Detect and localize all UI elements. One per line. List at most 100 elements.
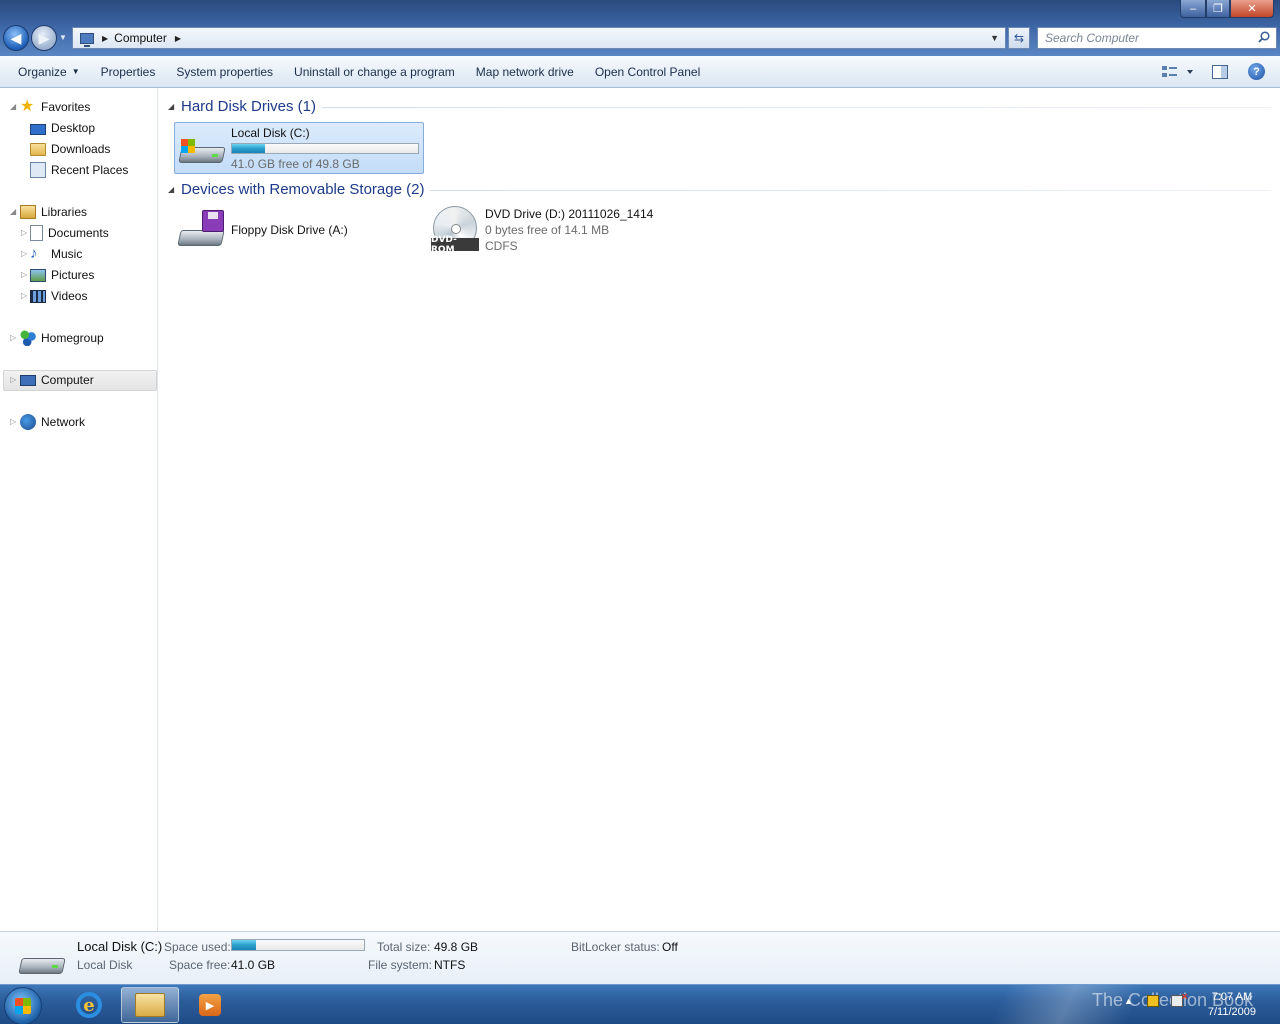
group-hard-disk-drives[interactable]: ◢ Hard Disk Drives (1): [168, 96, 1271, 116]
chevron-down-icon: ▼: [59, 33, 67, 42]
nav-item-computer[interactable]: Computer: [20, 370, 94, 390]
navigation-pane: ◢ ★ Favorites Desktop Downloads Recent P…: [0, 88, 158, 931]
taskbar-internet-explorer[interactable]: e: [60, 987, 118, 1023]
system-properties-button[interactable]: System properties: [167, 60, 282, 84]
map-network-drive-button[interactable]: Map network drive: [467, 60, 583, 84]
nav-item-music[interactable]: ♪ Music: [30, 244, 82, 264]
group-removable-storage[interactable]: ◢ Devices with Removable Storage (2): [168, 179, 1271, 199]
pictures-icon: [30, 268, 46, 282]
expand-homegroup-icon[interactable]: ▷: [10, 333, 16, 342]
expand-music-icon[interactable]: ▷: [21, 249, 27, 258]
expand-documents-icon[interactable]: ▷: [21, 228, 27, 237]
nav-item-homegroup[interactable]: Homegroup: [20, 328, 104, 348]
file-system-value: NTFS: [434, 958, 466, 972]
drive-tile-d[interactable]: DVD-ROM DVD Drive (D:) 20111026_1414 0 b…: [430, 206, 680, 258]
nav-label: Recent Places: [51, 163, 129, 177]
volume-muted-icon[interactable]: [1170, 991, 1188, 1007]
expand-videos-icon[interactable]: ▷: [21, 291, 27, 300]
nav-label: Pictures: [51, 268, 95, 282]
total-size-label: Total size:: [377, 940, 431, 954]
nav-item-videos[interactable]: Videos: [30, 286, 87, 306]
collapse-group-icon[interactable]: ◢: [168, 102, 181, 111]
nav-item-recent-places[interactable]: Recent Places: [30, 160, 128, 180]
help-icon[interactable]: ?: [1248, 63, 1265, 80]
address-history-dropdown[interactable]: ▼: [990, 33, 999, 43]
homegroup-icon: [20, 330, 36, 346]
recent-pages-dropdown[interactable]: ▼: [59, 33, 67, 42]
drive-name: Local Disk (C:): [231, 126, 310, 140]
action-center-flag-icon[interactable]: [1146, 995, 1159, 1007]
nav-item-downloads[interactable]: Downloads: [30, 139, 110, 159]
bitlocker-label: BitLocker status:: [571, 940, 660, 954]
change-view-button[interactable]: [1158, 60, 1198, 84]
collapse-group-icon[interactable]: ◢: [168, 185, 181, 194]
expand-pictures-icon[interactable]: ▷: [21, 270, 27, 279]
taskbar: e ▶ The Collection Book ▲ 7:07 AM 7/11/2…: [0, 984, 1280, 1024]
organize-menu[interactable]: Organize ▼: [9, 60, 89, 84]
title-bar: ‒ ❐ ✕ ◀ ▶ ▼ ▶ Computer ▶ ▼ ⇆: [0, 0, 1280, 56]
start-button[interactable]: [4, 987, 42, 1024]
back-button[interactable]: ◀: [3, 25, 29, 51]
properties-button[interactable]: Properties: [92, 60, 165, 84]
nav-label: Libraries: [41, 205, 88, 219]
explorer-folder-icon: [135, 993, 165, 1017]
file-system-label: File system:: [368, 958, 433, 972]
taskbar-windows-explorer[interactable]: [121, 987, 179, 1023]
total-size-value: 49.8 GB: [434, 940, 479, 954]
arrow-right-icon: ▶: [38, 29, 50, 46]
uninstall-program-button[interactable]: Uninstall or change a program: [285, 60, 464, 84]
computer-icon: [80, 32, 94, 47]
arrow-left-icon: ◀: [10, 29, 22, 46]
nav-item-pictures[interactable]: Pictures: [30, 265, 94, 285]
floppy-drive-icon: [177, 210, 225, 252]
expand-computer-icon[interactable]: ▷: [10, 375, 16, 384]
nav-label: Documents: [48, 226, 109, 240]
star-icon: ★: [20, 98, 35, 115]
forward-button[interactable]: ▶: [31, 25, 57, 51]
nav-item-desktop[interactable]: Desktop: [30, 118, 95, 138]
desktop-icon: [30, 123, 46, 135]
minimize-button[interactable]: ‒: [1180, 0, 1206, 18]
drive-free-space: 0 bytes free of 14.1 MB: [485, 223, 610, 237]
breadcrumb-computer[interactable]: Computer: [114, 31, 167, 45]
group-title: Hard Disk Drives (1): [181, 97, 317, 115]
group-divider: [430, 189, 1271, 191]
show-hidden-icons-button[interactable]: ▲: [1124, 996, 1133, 1006]
drive-tile-a[interactable]: Floppy Disk Drive (A:): [174, 206, 424, 258]
search-box[interactable]: [1037, 27, 1277, 49]
content-pane: ◢ Hard Disk Drives (1) Local Disk (C:) 4…: [159, 88, 1280, 931]
taskbar-media-player[interactable]: ▶: [181, 987, 239, 1023]
search-input[interactable]: [1045, 28, 1257, 48]
system-clock[interactable]: 7:07 AM 7/11/2009: [1208, 990, 1256, 1020]
preview-pane-icon[interactable]: [1212, 65, 1228, 79]
refresh-icon: ⇆: [1013, 31, 1025, 45]
nav-label: Desktop: [51, 121, 96, 135]
chevron-down-icon: ▼: [71, 67, 80, 76]
libraries-icon: [20, 205, 36, 219]
drive-tile-c[interactable]: Local Disk (C:) 41.0 GB free of 49.8 GB: [174, 122, 424, 174]
space-free-value: 41.0 GB: [231, 958, 276, 972]
window-controls: ‒ ❐ ✕: [1180, 0, 1274, 18]
open-control-panel-button[interactable]: Open Control Panel: [586, 60, 709, 84]
nav-item-documents[interactable]: Documents: [30, 223, 109, 243]
breadcrumb-chevron-icon[interactable]: ▶: [175, 34, 181, 43]
nav-item-network[interactable]: Network: [20, 412, 85, 432]
expand-favorites-icon[interactable]: ◢: [10, 102, 16, 111]
details-drive-name: Local Disk (C:): [77, 939, 163, 954]
expand-libraries-icon[interactable]: ◢: [10, 207, 16, 216]
music-icon: ♪: [30, 245, 38, 262]
refresh-button[interactable]: ⇆: [1008, 27, 1030, 49]
expand-network-icon[interactable]: ▷: [10, 417, 16, 426]
nav-item-favorites[interactable]: ★ Favorites: [20, 97, 90, 117]
close-button[interactable]: ✕: [1230, 0, 1274, 18]
address-bar[interactable]: ▶ Computer ▶ ▼: [72, 27, 1006, 49]
search-icon[interactable]: [1258, 31, 1270, 43]
nav-item-libraries[interactable]: Libraries: [20, 202, 87, 222]
drive-name: DVD Drive (D:) 20111026_1414: [485, 207, 654, 221]
maximize-button[interactable]: ❐: [1206, 0, 1230, 18]
dvd-badge: DVD-ROM: [431, 235, 479, 255]
nav-label: Network: [41, 415, 86, 429]
command-bar: Organize ▼ Properties System properties …: [0, 56, 1280, 88]
view-options-icon: [1162, 66, 1193, 77]
breadcrumb-separator-icon[interactable]: ▶: [102, 34, 108, 43]
